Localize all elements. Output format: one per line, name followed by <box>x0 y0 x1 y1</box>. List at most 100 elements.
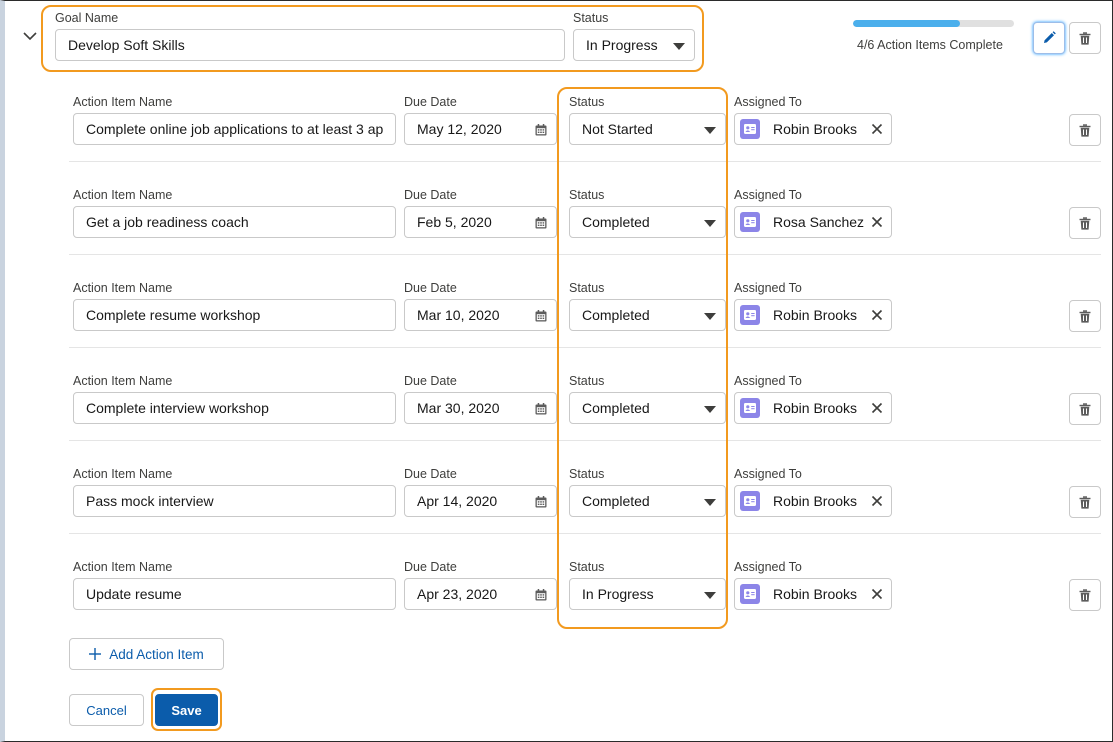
status-value: Completed <box>582 493 650 509</box>
due-date-input[interactable]: Apr 23, 2020 <box>404 578 557 610</box>
add-action-item-label: Add Action Item <box>109 646 204 662</box>
progress-text: 4/6 Action Items Complete <box>857 38 1003 52</box>
due-date-value: Apr 14, 2020 <box>417 493 498 509</box>
contact-badge <box>740 305 760 325</box>
goal-status-value: In Progress <box>586 37 658 53</box>
due-date-label: Due Date <box>404 374 457 388</box>
close-icon[interactable] <box>871 123 883 135</box>
action-item-name-label: Action Item Name <box>73 281 173 295</box>
assignee-name: Robin Brooks <box>773 307 858 323</box>
action-item-name-input[interactable]: Get a job readiness coach <box>73 206 396 238</box>
delete-goal-button[interactable] <box>1069 22 1101 54</box>
status-select[interactable]: Completed <box>569 392 726 424</box>
status-select[interactable]: Completed <box>569 206 726 238</box>
calendar-icon <box>535 124 547 136</box>
dropdown-caret-icon <box>704 313 716 320</box>
assignee-name: Robin Brooks <box>773 586 858 602</box>
dropdown-caret-icon <box>704 406 716 413</box>
delete-action-item-button[interactable] <box>1069 300 1101 332</box>
due-date-input[interactable]: Apr 14, 2020 <box>404 485 557 517</box>
delete-action-item-button[interactable] <box>1069 486 1101 518</box>
delete-action-item-button[interactable] <box>1069 114 1101 146</box>
trash-icon <box>1079 588 1091 602</box>
assignee-name: Rosa Sanchez <box>773 214 865 230</box>
dropdown-caret-icon <box>704 127 716 134</box>
pencil-icon <box>1044 31 1056 43</box>
status-select[interactable]: Completed <box>569 485 726 517</box>
contact-badge <box>740 119 760 139</box>
contact-card-icon <box>744 496 756 506</box>
assigned-to-lookup[interactable]: Robin Brooks <box>734 392 892 424</box>
edit-goal-button[interactable] <box>1033 22 1065 54</box>
status-select[interactable]: Not Started <box>569 113 726 145</box>
due-date-input[interactable]: Feb 5, 2020 <box>404 206 557 238</box>
assignee-name: Robin Brooks <box>773 121 858 137</box>
assigned-to-lookup[interactable]: Robin Brooks <box>734 299 892 331</box>
goal-status-label: Status <box>573 11 609 25</box>
action-item-name-input[interactable]: Complete online job applications to at l… <box>73 113 396 145</box>
status-label: Status <box>569 374 605 388</box>
due-date-value: Feb 5, 2020 <box>417 214 492 230</box>
close-icon[interactable] <box>871 309 883 321</box>
cancel-button[interactable]: Cancel <box>69 694 144 726</box>
due-date-value: Apr 23, 2020 <box>417 586 498 602</box>
delete-action-item-button[interactable] <box>1069 207 1101 239</box>
dropdown-caret-icon <box>704 592 716 599</box>
status-label: Status <box>569 560 605 574</box>
action-item-name-value: Pass mock interview <box>86 493 214 509</box>
assigned-to-lookup[interactable]: Rosa Sanchez <box>734 206 892 238</box>
assigned-to-label: Assigned To <box>734 281 802 295</box>
close-icon[interactable] <box>871 588 883 600</box>
goal-status-select[interactable]: In Progress <box>573 29 695 61</box>
action-item-name-label: Action Item Name <box>73 560 173 574</box>
action-item-name-input[interactable]: Update resume <box>73 578 396 610</box>
due-date-label: Due Date <box>404 281 457 295</box>
action-item-name-label: Action Item Name <box>73 188 173 202</box>
goal-name-label: Goal Name <box>55 11 119 25</box>
delete-action-item-button[interactable] <box>1069 393 1101 425</box>
status-value: Completed <box>582 400 650 416</box>
action-item-name-value: Update resume <box>86 586 182 602</box>
row-divider <box>69 440 1101 441</box>
save-button[interactable]: Save <box>155 694 218 726</box>
trash-icon <box>1079 123 1091 137</box>
due-date-value: May 12, 2020 <box>417 121 502 137</box>
action-item-name-label: Action Item Name <box>73 374 173 388</box>
delete-action-item-button[interactable] <box>1069 579 1101 611</box>
action-item-name-input[interactable]: Pass mock interview <box>73 485 396 517</box>
status-select[interactable]: Completed <box>569 299 726 331</box>
action-item-name-input[interactable]: Complete interview workshop <box>73 392 396 424</box>
close-icon[interactable] <box>871 495 883 507</box>
close-icon[interactable] <box>871 402 883 414</box>
contact-card-icon <box>744 403 756 413</box>
row-divider <box>69 161 1101 162</box>
goal-name-input[interactable]: Develop Soft Skills <box>55 29 565 61</box>
assigned-to-lookup[interactable]: Robin Brooks <box>734 113 892 145</box>
save-label: Save <box>171 702 202 718</box>
row-divider <box>69 347 1101 348</box>
contact-badge <box>740 491 760 511</box>
calendar-icon <box>535 217 547 229</box>
contact-card-icon <box>744 589 756 599</box>
assigned-to-lookup[interactable]: Robin Brooks <box>734 578 892 610</box>
row-divider <box>69 254 1101 255</box>
due-date-input[interactable]: Mar 10, 2020 <box>404 299 557 331</box>
due-date-input[interactable]: May 12, 2020 <box>404 113 557 145</box>
contact-card-icon <box>744 310 756 320</box>
status-value: In Progress <box>582 586 654 602</box>
close-icon[interactable] <box>871 216 883 228</box>
status-label: Status <box>569 95 605 109</box>
action-item-name-input[interactable]: Complete resume workshop <box>73 299 396 331</box>
add-action-item-button[interactable]: Add Action Item <box>69 638 224 670</box>
trash-icon <box>1079 309 1091 323</box>
goal-name-value: Develop Soft Skills <box>68 37 185 53</box>
status-select[interactable]: In Progress <box>569 578 726 610</box>
due-date-label: Due Date <box>404 467 457 481</box>
contact-badge <box>740 398 760 418</box>
assigned-to-label: Assigned To <box>734 374 802 388</box>
action-item-name-value: Complete resume workshop <box>86 307 261 323</box>
action-item-name-value: Complete online job applications to at l… <box>86 121 383 137</box>
due-date-input[interactable]: Mar 30, 2020 <box>404 392 557 424</box>
chevron-down-icon[interactable] <box>23 32 37 41</box>
assigned-to-lookup[interactable]: Robin Brooks <box>734 485 892 517</box>
